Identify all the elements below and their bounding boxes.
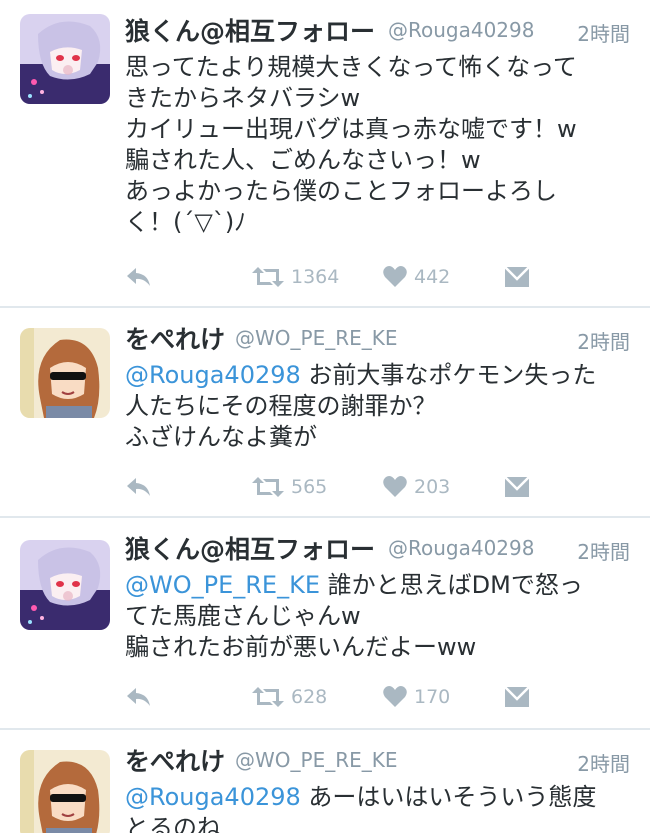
retweet-icon <box>252 267 284 287</box>
direct-message-button[interactable] <box>503 262 531 292</box>
tweet-line: てた馬鹿さんじゃんw <box>125 602 361 630</box>
retweet-count: 565 <box>291 476 328 498</box>
tweet-actions: 565 203 <box>125 472 545 502</box>
like-count: 442 <box>414 266 451 288</box>
reply-icon <box>127 688 150 706</box>
retweet-icon <box>252 687 284 707</box>
timeline: 狼くん@相互フォロー @Rouga40298 2時間 思ってたより規模大きくなっ… <box>0 0 650 833</box>
reply-icon <box>127 478 150 496</box>
tweet[interactable]: をぺれけ @WO_PE_RE_KE 2時間 @Rouga40298 お前大事なポ… <box>0 308 650 516</box>
tweet-line: きたからネタバラシw <box>125 84 361 112</box>
tweet-line: とるのね <box>125 814 221 833</box>
tweet-text: 思ってたより規模大きくなって怖くなって きたからネタバラシw カイリュー出現バグ… <box>125 52 635 238</box>
direct-message-button[interactable] <box>503 682 531 712</box>
like-button[interactable]: 170 <box>382 682 450 712</box>
timestamp[interactable]: 2時間 <box>577 748 630 777</box>
timestamp[interactable]: 2時間 <box>577 536 630 565</box>
tweet[interactable]: 狼くん@相互フォロー @Rouga40298 2時間 @WO_PE_RE_KE … <box>0 518 650 728</box>
like-count: 203 <box>414 476 451 498</box>
retweet-icon <box>252 477 284 497</box>
reply-button[interactable] <box>125 262 153 292</box>
reply-icon <box>127 268 150 286</box>
tweet-header: 狼くん@相互フォロー @Rouga40298 2時間 <box>125 528 630 568</box>
mention-link[interactable]: @Rouga40298 <box>125 361 301 389</box>
like-count: 170 <box>414 686 451 708</box>
tweet-line: く！(´▽`)ﾉ <box>125 208 247 236</box>
tweet-line: 思ってたより規模大きくなって怖くなって <box>125 53 577 81</box>
tweet-line: あっよかったら僕のことフォローよろし <box>125 177 557 205</box>
reply-button[interactable] <box>125 472 153 502</box>
like-button[interactable]: 442 <box>382 262 450 292</box>
mention-link[interactable]: @Rouga40298 <box>125 783 301 811</box>
tweet-text: @Rouga40298 あーはいはいそういう態度 とるのね <box>125 782 635 833</box>
timestamp[interactable]: 2時間 <box>577 326 630 355</box>
tweet-line: @Rouga40298 あーはいはいそういう態度 <box>125 783 597 811</box>
username[interactable]: @Rouga40298 <box>388 18 534 42</box>
retweet-count: 628 <box>291 686 328 708</box>
avatar[interactable] <box>20 750 110 833</box>
tweet-line: ふざけんなよ糞が <box>125 423 317 451</box>
retweet-button[interactable]: 628 <box>251 682 327 712</box>
username[interactable]: @Rouga40298 <box>388 536 534 560</box>
tweet-line: @Rouga40298 お前大事なポケモン失った <box>125 361 597 389</box>
direct-message-icon <box>504 686 530 707</box>
tweet-line: @WO_PE_RE_KE 誰かと思えばDMで怒っ <box>125 571 583 599</box>
retweet-count: 1364 <box>291 266 340 288</box>
direct-message-icon <box>504 476 530 497</box>
like-icon <box>383 266 407 287</box>
tweet-line: 人たちにその程度の謝罪か？ <box>125 392 437 420</box>
tweet-actions: 1364 442 <box>125 262 545 292</box>
display-name[interactable]: 狼くん@相互フォロー <box>125 12 375 48</box>
direct-message-button[interactable] <box>503 472 531 502</box>
avatar[interactable] <box>20 328 110 418</box>
like-icon <box>383 686 407 707</box>
display-name[interactable]: をぺれけ <box>125 320 225 356</box>
retweet-button[interactable]: 1364 <box>251 262 339 292</box>
tweet-header: 狼くん@相互フォロー @Rouga40298 2時間 <box>125 10 630 50</box>
timestamp[interactable]: 2時間 <box>577 18 630 47</box>
tweet-line: 騙された人、ごめんなさいっ！w <box>125 146 481 174</box>
retweet-button[interactable]: 565 <box>251 472 327 502</box>
like-button[interactable]: 203 <box>382 472 450 502</box>
mention-link[interactable]: @WO_PE_RE_KE <box>125 571 320 599</box>
reply-button[interactable] <box>125 682 153 712</box>
direct-message-icon <box>504 266 530 287</box>
tweet-text: @WO_PE_RE_KE 誰かと思えばDMで怒っ てた馬鹿さんじゃんw 騙された… <box>125 570 635 663</box>
display-name[interactable]: をぺれけ <box>125 742 225 778</box>
avatar[interactable] <box>20 540 110 630</box>
username[interactable]: @WO_PE_RE_KE <box>235 748 398 772</box>
tweet-header: をぺれけ @WO_PE_RE_KE 2時間 <box>125 740 630 780</box>
tweet[interactable]: をぺれけ @WO_PE_RE_KE 2時間 @Rouga40298 あーはいはい… <box>0 730 650 833</box>
username[interactable]: @WO_PE_RE_KE <box>235 326 398 350</box>
tweet-actions: 628 170 <box>125 682 545 712</box>
tweet-line: カイリュー出現バグは真っ赤な嘘です！w <box>125 115 577 143</box>
like-icon <box>383 476 407 497</box>
avatar[interactable] <box>20 14 110 104</box>
tweet-line: 騙されたお前が悪いんだよーww <box>125 633 477 661</box>
display-name[interactable]: 狼くん@相互フォロー <box>125 530 375 566</box>
tweet-text: @Rouga40298 お前大事なポケモン失った 人たちにその程度の謝罪か？ ふ… <box>125 360 635 453</box>
tweet[interactable]: 狼くん@相互フォロー @Rouga40298 2時間 思ってたより規模大きくなっ… <box>0 0 650 306</box>
tweet-header: をぺれけ @WO_PE_RE_KE 2時間 <box>125 318 630 358</box>
